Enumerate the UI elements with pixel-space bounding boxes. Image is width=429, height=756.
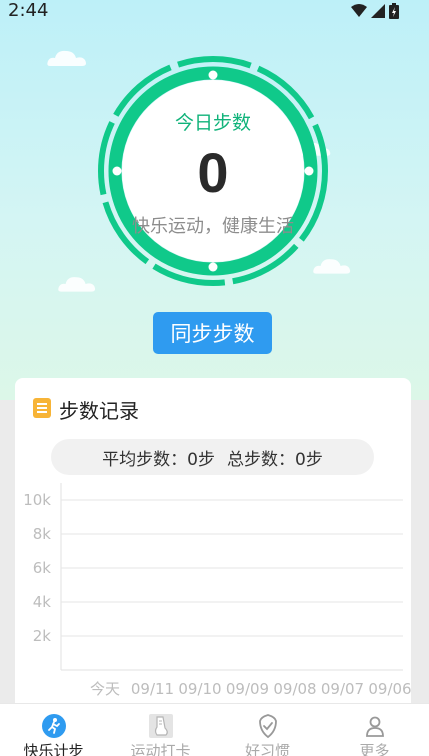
x-tick-label: 09/11 (131, 680, 174, 698)
slogan-text: 快乐运动，健康生活 (132, 216, 294, 237)
tab-exercise-checkin[interactable]: 运动打卡 (107, 704, 214, 756)
y-tick-label: 4k (33, 593, 52, 611)
tab-label: 好习惯 (244, 742, 290, 756)
shoe-icon (148, 713, 174, 739)
y-tick-label: 8k (33, 525, 52, 543)
battery-icon (389, 3, 399, 19)
tab-happy-steps[interactable]: 快乐计步 (0, 704, 107, 756)
tab-more[interactable]: 更多 (321, 704, 428, 756)
x-tick-label: 09/10 (178, 680, 221, 698)
tab-label: 更多 (359, 742, 390, 756)
x-tick-label: 09/06 (368, 680, 411, 698)
x-tick-label: 今天 (90, 680, 120, 698)
bottom-tab-bar: 快乐计步 运动打卡 好习惯 更多 (0, 703, 429, 756)
today-step-count: 0 (197, 141, 229, 204)
y-tick-label: 10k (23, 491, 51, 509)
step-records-card: 步数记录 平均步数：0步 总步数：0步 2k 4k 6k 8k 10k 今天 09/11 09… (15, 378, 411, 718)
x-tick-label: 09/09 (226, 680, 269, 698)
y-tick-label: 6k (33, 559, 52, 577)
shield-check-icon (255, 713, 281, 739)
cloud-icon (57, 274, 97, 292)
x-tick-label: 09/07 (321, 680, 364, 698)
x-tick-label: 09/08 (273, 680, 316, 698)
status-time: 2:44 (8, 0, 49, 21)
sync-steps-button[interactable]: 同步步数 (153, 312, 272, 354)
y-tick-label: 2k (33, 627, 52, 645)
step-chart: 2k 4k 6k 8k 10k 今天 09/11 09/10 09/09 09/08 09/07 09… (23, 483, 411, 698)
cloud-icon (46, 48, 88, 66)
tab-good-habits[interactable]: 好习惯 (214, 704, 321, 756)
user-icon (362, 713, 388, 739)
runner-icon (41, 713, 67, 739)
step-ring: 今日步数 0 快乐运动，健康生活 (96, 54, 330, 288)
tab-label: 运动打卡 (130, 742, 191, 756)
signal-icon (371, 4, 385, 18)
status-bar: 2:44 (0, 0, 429, 24)
wifi-icon (351, 4, 367, 17)
tab-label: 快乐计步 (23, 742, 84, 756)
today-steps-label: 今日步数 (174, 112, 251, 134)
